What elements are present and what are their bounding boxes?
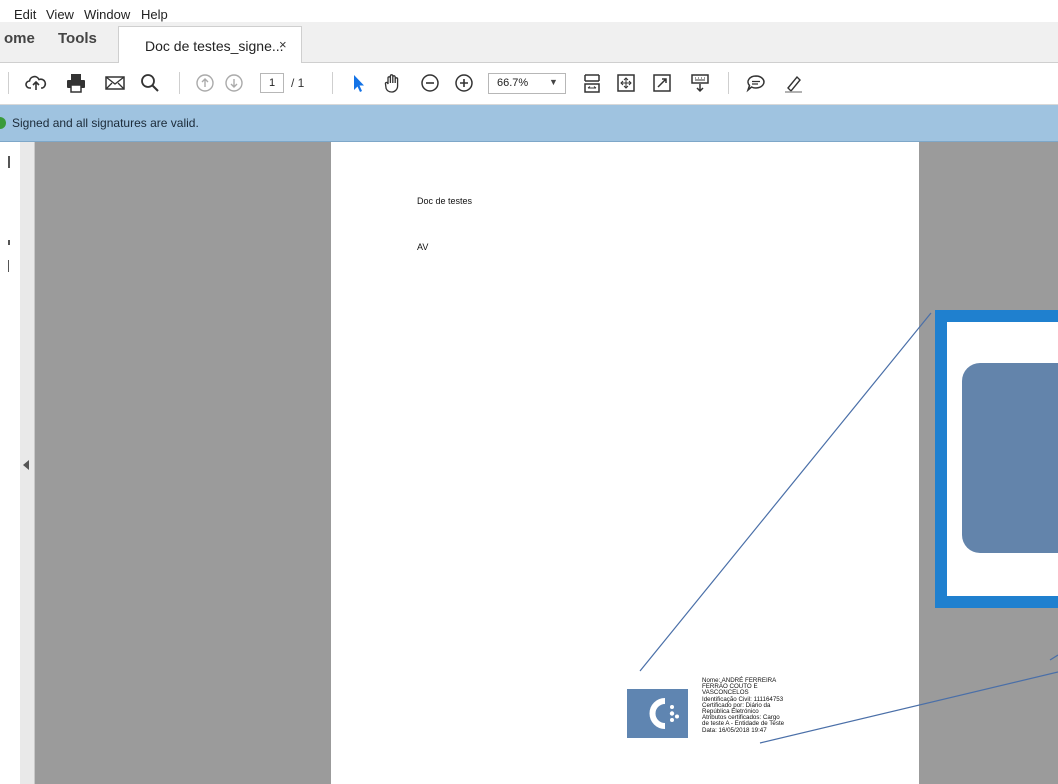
zoom-callout-frame [947,322,1058,596]
signature-line: Data: 16/05/2018 19:47 [702,726,767,734]
signature-status-text: Signed and all signatures are valid. [12,116,199,130]
document-body-text: AV [417,242,429,252]
fit-page-icon[interactable] [580,71,604,95]
document-title-text: Doc de testes [417,196,473,206]
pane-marker [8,156,10,168]
toolbar-separator [728,72,729,94]
page-number-input[interactable] [260,73,284,93]
pane-collapse-handle[interactable] [20,142,35,784]
menu-help[interactable]: Help [141,7,168,22]
menu-view[interactable]: View [46,7,74,22]
hand-icon[interactable] [381,71,405,95]
highlight-icon[interactable] [781,71,805,95]
menu-bar: Edit View Window Help [0,0,1058,22]
close-tab-icon[interactable]: × [279,37,287,52]
previous-page-icon[interactable] [193,71,217,95]
page-total: / 1 [291,76,305,90]
next-page-icon[interactable] [222,71,246,95]
comment-icon[interactable] [744,71,768,95]
print-icon[interactable] [64,71,88,95]
select-cursor-icon[interactable] [346,71,370,95]
chevron-left-icon [23,460,29,470]
signature-valid-icon [0,117,6,129]
document-page: Doc de testes AV Nome: ANDRÉ FERREIRA FE… [331,142,919,784]
search-icon[interactable] [138,71,162,95]
email-icon[interactable] [103,71,127,95]
zoom-callout [935,310,1058,608]
upload-icon[interactable] [24,71,48,95]
tab-home[interactable]: ome [4,30,35,47]
toolbar-separator [179,72,180,94]
zoom-level-value: 66.7% [497,77,529,89]
tab-bar: ome Tools Doc de testes_signe... × [0,22,1058,63]
chevron-down-icon: ▼ [549,77,558,87]
toolbar: / 1 66.7% ▼ [0,63,1058,105]
read-mode-icon[interactable] [688,71,712,95]
tab-document-label: Doc de testes_signe... [145,38,284,54]
zoom-in-icon[interactable] [452,71,476,95]
toolbar-separator [332,72,333,94]
full-screen-icon[interactable] [614,71,638,95]
signature-details[interactable]: Nome: ANDRÉ FERREIRA FERRÃO COUTO E VASC… [702,677,842,734]
zoomed-signature-logo [962,363,1058,553]
tab-tools[interactable]: Tools [58,30,97,47]
expand-icon[interactable] [650,71,674,95]
zoom-out-icon[interactable] [418,71,442,95]
pane-marker [8,240,10,245]
menu-edit[interactable]: Edit [14,7,36,22]
navigation-pane [0,142,20,784]
pane-marker [8,260,9,272]
tab-document[interactable]: Doc de testes_signe... × [118,26,302,63]
signature-logo[interactable] [627,689,688,738]
toolbar-separator [8,72,9,94]
zoom-level-select[interactable]: 66.7% ▼ [488,73,566,94]
signature-status-bar: Signed and all signatures are valid. [0,105,1058,142]
menu-window[interactable]: Window [84,7,130,22]
